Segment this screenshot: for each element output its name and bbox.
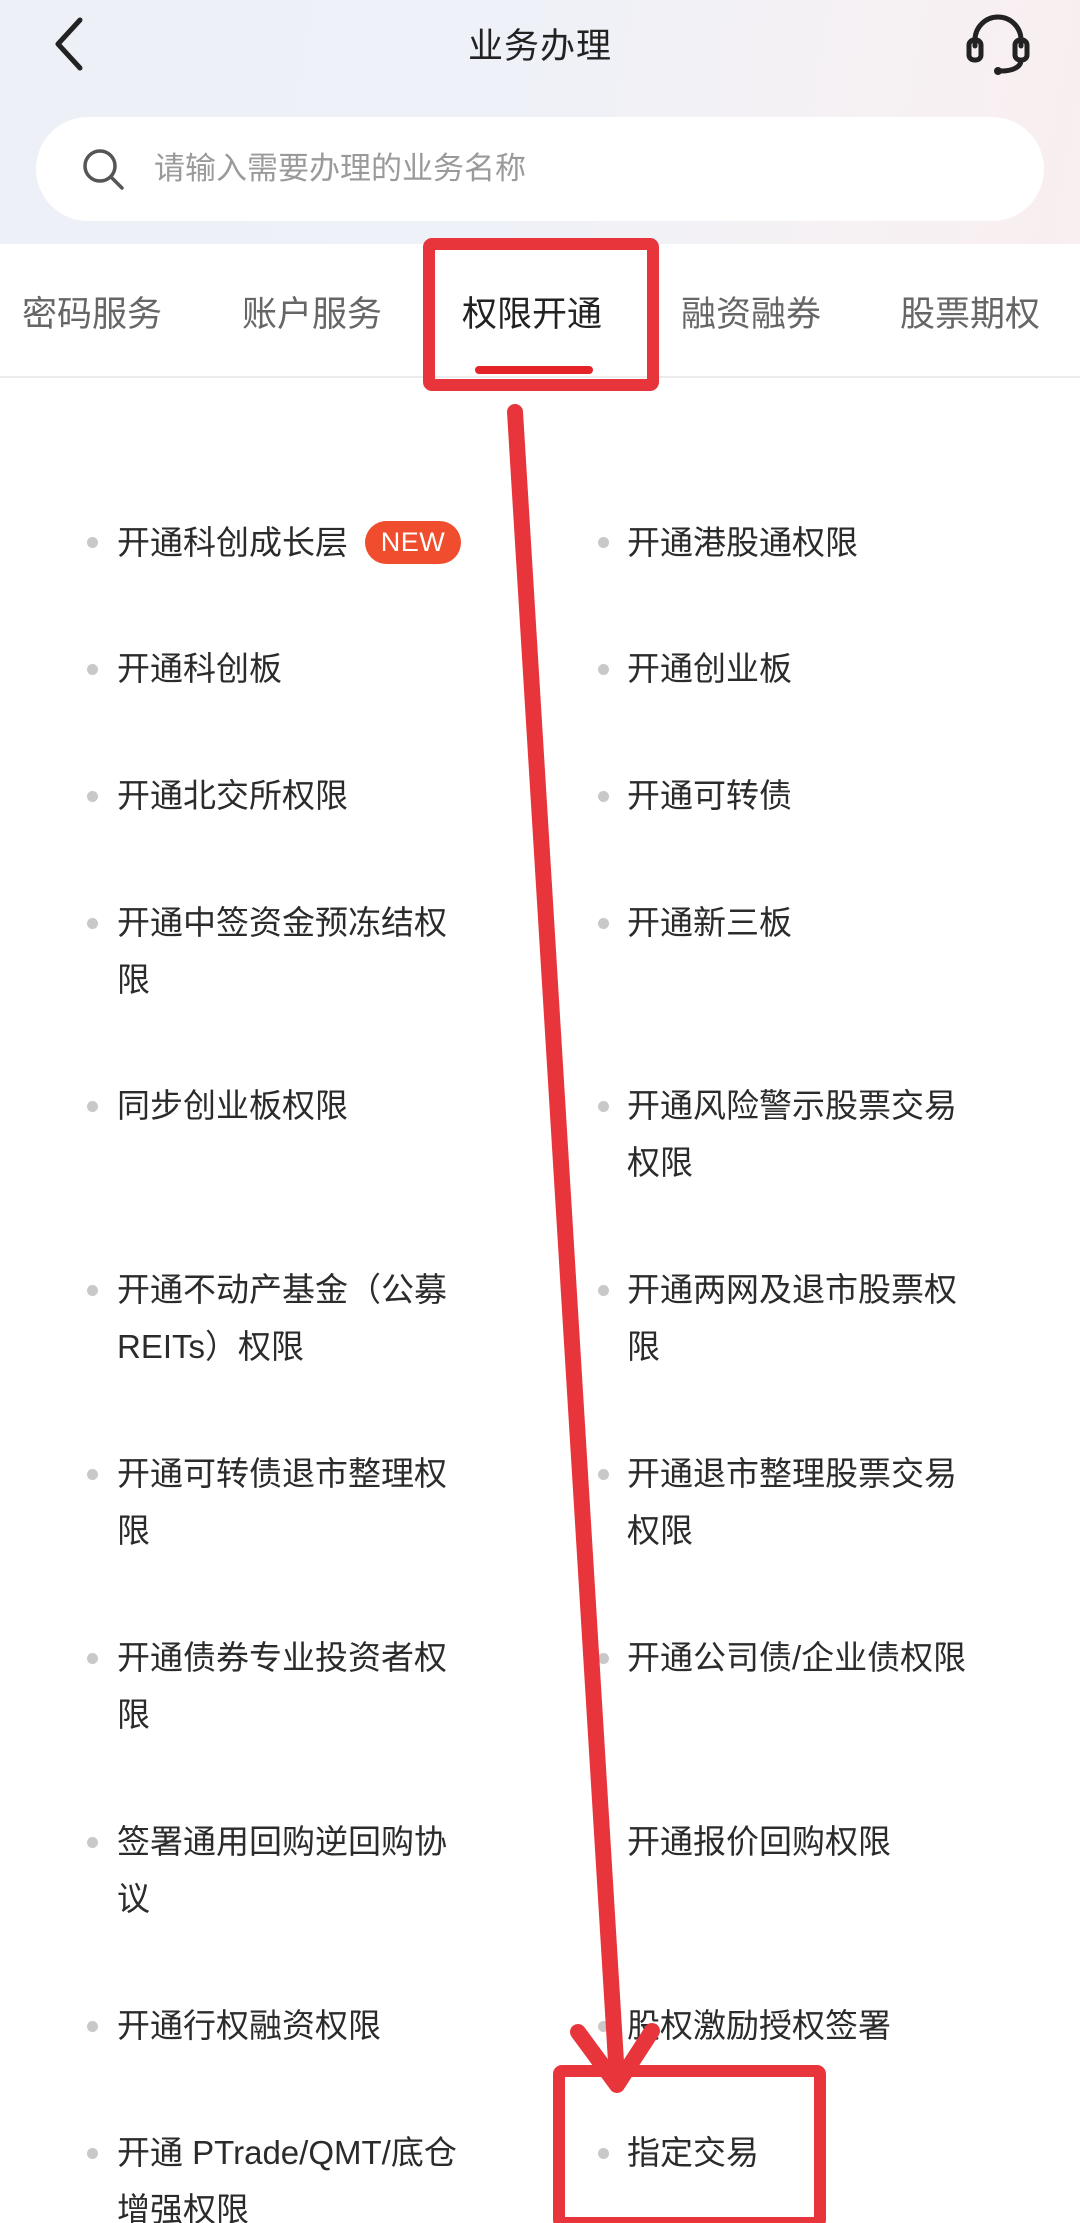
bullet — [87, 918, 98, 929]
list-item[interactable]: 开通可转债 — [627, 767, 792, 824]
bullet — [87, 791, 98, 802]
header-bar: 业务办理 — [0, 0, 1080, 244]
list-item-continued[interactable]: 限 — [117, 1686, 150, 1743]
list-item[interactable]: 同步创业板权限 — [117, 1077, 348, 1134]
bullet — [87, 1837, 98, 1848]
list-item[interactable]: 开通两网及退市股票权 — [627, 1261, 957, 1318]
bullet — [87, 1653, 98, 1664]
list-item[interactable]: 指定交易 — [627, 2124, 759, 2181]
customer-service-button[interactable] — [958, 8, 1038, 80]
bullet — [598, 2148, 609, 2159]
list-item[interactable]: 开通风险警示股票交易 — [627, 1077, 957, 1134]
list-item-continued[interactable]: 议 — [117, 1870, 150, 1927]
list-item-continued[interactable]: 限 — [627, 1318, 660, 1375]
list-item-continued[interactable]: 限 — [117, 1502, 150, 1559]
list-item[interactable]: 开通中签资金预冻结权 — [117, 894, 447, 951]
list-item[interactable]: 开通 PTrade/QMT/底仓 — [117, 2124, 457, 2181]
list-item[interactable]: 开通公司债/企业债权限 — [627, 1629, 966, 1686]
tab-account-service[interactable]: 账户服务 — [242, 244, 382, 378]
search-input[interactable] — [154, 151, 974, 187]
search-icon — [83, 149, 124, 190]
bullet — [598, 537, 609, 548]
list-item[interactable]: 开通不动产基金（公募 — [117, 1261, 447, 1318]
bullet — [87, 1101, 98, 1112]
headset-icon — [966, 14, 1030, 75]
bullet — [598, 1101, 609, 1112]
bullet — [598, 1285, 609, 1296]
tab-password-service[interactable]: 密码服务 — [22, 244, 162, 378]
list-item[interactable]: 开通港股通权限 — [627, 514, 858, 571]
list-item[interactable]: 开通可转债退市整理权 — [117, 1445, 447, 1502]
list-item-continued[interactable]: REITs）权限 — [117, 1318, 304, 1375]
list-item[interactable]: 签署通用回购逆回购协 — [117, 1813, 447, 1870]
list-item[interactable]: 开通退市整理股票交易 — [627, 1445, 957, 1502]
bullet — [598, 2021, 609, 2032]
search-bar[interactable] — [36, 117, 1044, 221]
bullet — [87, 1285, 98, 1296]
list-item-continued[interactable]: 限 — [117, 951, 150, 1008]
bullet — [87, 537, 98, 548]
page-title: 业务办理 — [467, 27, 612, 66]
list-item[interactable]: 开通债券专业投资者权 — [117, 1629, 447, 1686]
bullet — [598, 1653, 609, 1664]
bullet — [598, 664, 609, 675]
bullet — [87, 2148, 98, 2159]
list-item[interactable]: 开通北交所权限 — [117, 767, 348, 824]
bullet — [87, 1469, 98, 1480]
list-item-continued[interactable]: 增强权限 — [117, 2181, 249, 2223]
list-item[interactable]: 开通科创板 — [117, 640, 282, 697]
bullet — [598, 1469, 609, 1480]
bullet — [87, 2021, 98, 2032]
list-item[interactable]: 股权激励授权签署 — [627, 1997, 891, 2054]
new-badge: NEW — [365, 521, 461, 564]
list-item[interactable]: 开通创业板 — [627, 640, 792, 697]
list-item-continued[interactable]: 权限 — [627, 1502, 693, 1559]
active-tab-indicator — [475, 366, 593, 374]
list-item[interactable]: 开通新三板 — [627, 894, 792, 951]
tab-permission-opening[interactable]: 权限开通 — [462, 244, 602, 378]
category-tabs: 密码服务 账户服务 权限开通 融资融券 股票期权 — [0, 244, 1080, 378]
tab-margin-trading[interactable]: 融资融券 — [681, 244, 821, 378]
list-item[interactable]: 开通报价回购权限 — [627, 1813, 891, 1870]
bullet — [598, 918, 609, 929]
bullet — [598, 791, 609, 802]
bullet — [87, 664, 98, 675]
tab-stock-options[interactable]: 股票期权 — [900, 244, 1040, 378]
list-item[interactable]: 开通科创成长层 — [117, 514, 348, 571]
list-item[interactable]: 开通行权融资权限 — [117, 1997, 381, 2054]
annotation-arrow-line — [507, 404, 625, 2086]
list-item-continued[interactable]: 权限 — [627, 1134, 693, 1191]
